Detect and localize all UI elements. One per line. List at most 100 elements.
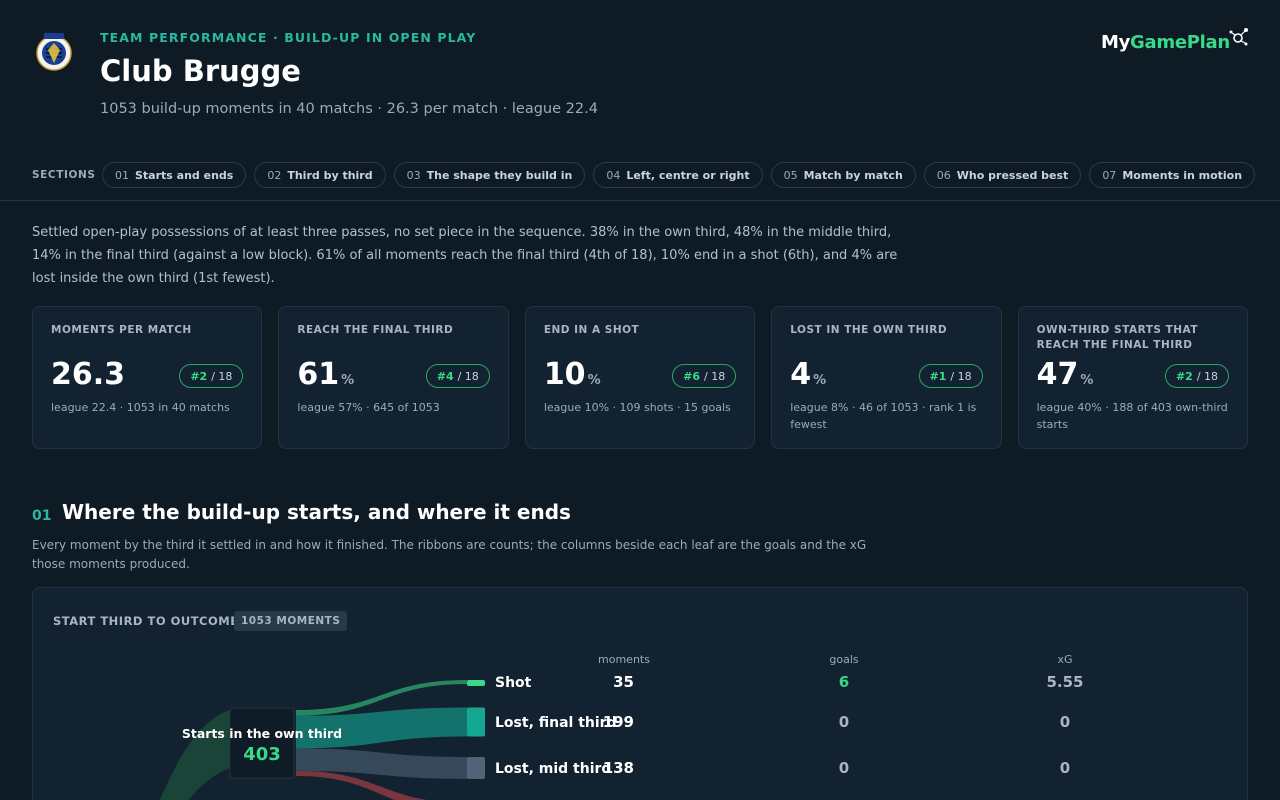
source-node [229,707,295,779]
pill-num: 05 [783,168,798,182]
source-value: 403 [243,744,281,765]
kpi-label: OWN-THIRD STARTS THAT REACH THE FINAL TH… [1036,324,1199,351]
brand-logo[interactable]: MyGamePlan [1101,32,1230,53]
pill-label: The shape they build in [426,168,573,182]
kpi-label: REACH THE FINAL THIRD [297,324,454,336]
kpi-subtext: league 40% · 188 of 403 own-third starts [1036,401,1228,431]
rank-badge: #2/ 18 [179,364,244,388]
rank-of: / 18 [457,369,479,383]
pill-num: 04 [606,168,621,182]
kpi-card-end-in-shot: END IN A SHOT 10% #6/ 18 league 10% · 10… [524,306,756,449]
section-pill-moments-in-motion[interactable]: 07 Moments in motion [1089,162,1256,188]
kpi-value: 4% [790,357,826,392]
pill-num: 01 [115,168,129,182]
outcome-label: Lost, final third [495,715,617,731]
kpi-value-unit: % [341,373,355,388]
pill-label: Who pressed best [956,168,1069,182]
outcome-moments: 35 [613,673,634,691]
rank-badge: #2/ 18 [1164,364,1230,388]
brand-name-b: GamePlan [1130,32,1230,53]
kpi-subtext: league 10% · 109 shots · 15 goals [543,401,731,414]
kpi-row: MOMENTS PER MATCH 26.3 #2/ 18 league 22.… [32,306,1249,449]
pill-num: 02 [267,168,282,182]
outcome-moments: 138 [603,759,634,777]
outcome-leaf [467,757,485,779]
kpi-card-moments-per-match: MOMENTS PER MATCH 26.3 #2/ 18 league 22.… [32,306,263,449]
outcome-xg: 5.55 [1046,673,1083,691]
rank-number: #1 [929,369,947,383]
outcome-leaf [467,707,485,737]
kpi-value: 61% [297,357,354,392]
kpi-label: END IN A SHOT [543,324,640,336]
section-pill-left-centre-right[interactable]: 04 Left, centre or right [593,162,763,188]
section-pill-third-by-third[interactable]: 02 Third by third [254,162,386,188]
source-label: Starts in the own third [182,726,342,741]
kpi-value: 26.3 [51,357,127,392]
pill-label: Left, centre or right [626,168,750,182]
section-pills: 01 Starts and ends 02 Third by third 03 The… [102,162,1256,188]
kpi-card-lost-own-third: LOST IN THE OWN THIRD 4% #1/ 18 league 8… [771,306,1002,449]
outcome-goals: 0 [839,759,849,777]
page-header: TEAM PERFORMANCE · BUILD-UP IN OPEN PLAY… [0,0,1280,150]
section-pill-match-by-match[interactable]: 05 Match by match [770,162,916,188]
section-number: 01 [32,508,52,524]
page-title: Club Brugge [100,54,301,88]
kpi-value-unit: % [587,373,601,388]
section-description: Every moment by the third it settled in … [32,538,867,571]
page-kicker: TEAM PERFORMANCE · BUILD-UP IN OPEN PLAY [100,30,477,45]
section-pill-who-pressed-best[interactable]: 06 Who pressed best [923,162,1082,188]
kpi-value-number: 47 [1036,357,1079,392]
brand-name-a: My [1101,32,1131,53]
kpi-value-number: 26.3 [51,357,126,392]
kpi-value-unit: % [1080,373,1094,388]
rank-number: #2 [1175,369,1193,383]
outcome-xg: 0 [1060,713,1070,731]
rank-of: / 18 [1196,369,1219,383]
kpi-label: LOST IN THE OWN THIRD [790,324,948,336]
kpi-value-number: 4 [790,357,812,392]
outcome-moments: 199 [603,713,634,731]
rank-badge: #4/ 18 [425,364,490,388]
rank-of: / 18 [211,369,233,383]
kpi-value-number: 61 [297,357,340,392]
outcome-label: Lost, mid third [495,761,611,777]
outcome-label: Shot [495,675,532,691]
sankey-chart: Shot 35 6 5.55 Lost, final third199 0 0 Lost, m… [159,673,1084,800]
pill-label: Third by third [287,168,373,182]
pill-label: Match by match [803,168,903,182]
kpi-value: 47% [1037,357,1094,392]
kpi-subtext: league 22.4 · 1053 in 40 matchs [51,401,230,414]
rank-number: #4 [436,369,454,383]
brand-constellation-icon [1229,28,1248,46]
kpi-value-number: 10 [543,357,586,392]
intro-text: Settled open-play possessions of at leas… [32,225,898,286]
kpi-value-unit: % [813,373,827,388]
kpi-subtext: league 57% · 645 of 1053 [297,401,440,414]
sankey-panel: START THIRD TO OUTCOME 1053 MOMENTS mome… [32,587,1248,800]
kpi-label: MOMENTS PER MATCH [51,324,192,336]
page-subtitle: 1053 build-up moments in 40 matchs · 26.… [100,101,598,117]
section-pill-starts-and-ends[interactable]: 01 Starts and ends [102,162,247,188]
rank-badge: #6/ 18 [672,364,737,388]
rank-of: / 18 [950,369,972,383]
outcome-goals: 0 [839,713,849,731]
kpi-subtext: league 8% · 46 of 1053 · rank 1 is fewes… [790,401,977,431]
sections-label: SECTIONS [32,169,96,181]
kpi-card-reach-final-third: REACH THE FINAL THIRD 61% #4/ 18 league … [278,306,509,449]
pill-label: Starts and ends [135,168,234,182]
outcome-goals: 6 [839,673,849,691]
section-title: Where the build-up starts, and where it … [62,500,571,524]
section-pill-shape[interactable]: 03 The shape they build in [393,162,586,188]
kpi-value: 10% [544,357,601,392]
incoming-ribbon [159,710,230,800]
pill-num: 03 [406,168,421,182]
sections-nav: SECTIONS 01 Starts and ends 02 Third by th… [0,160,1280,201]
rank-of: / 18 [704,369,726,383]
rank-number: #2 [190,369,208,383]
pill-num: 07 [1102,168,1117,182]
rank-number: #6 [683,369,701,383]
pill-label: Moments in motion [1122,168,1243,182]
pill-num: 06 [936,168,951,182]
outcome-xg: 0 [1060,759,1070,777]
kpi-card-own-third-to-final: OWN-THIRD STARTS THAT REACH THE FINAL TH… [1017,306,1249,449]
